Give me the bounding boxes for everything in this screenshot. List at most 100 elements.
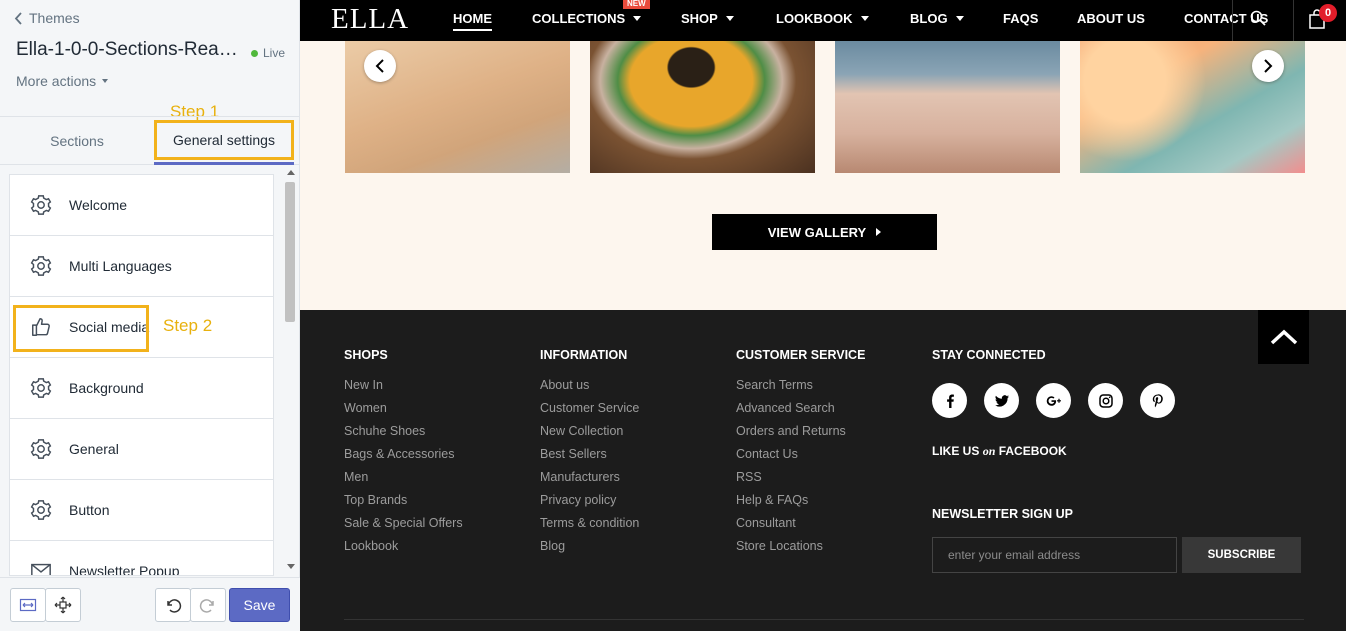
footer-link[interactable]: New Collection: [540, 424, 639, 447]
instagram-icon[interactable]: [1088, 383, 1123, 418]
more-actions-button[interactable]: More actions: [16, 73, 109, 89]
desktop-preview-button[interactable]: [10, 588, 46, 622]
caret-down-icon: [860, 16, 869, 21]
nav-home[interactable]: HOME: [453, 11, 492, 31]
footer-link[interactable]: Consultant: [736, 516, 865, 539]
setting-label: Welcome: [69, 197, 128, 213]
footer-link[interactable]: New In: [344, 378, 463, 401]
setting-label: Background: [69, 380, 144, 396]
footer-column-information: INFORMATION About us Customer Service Ne…: [540, 348, 639, 562]
twitter-icon[interactable]: [984, 383, 1019, 418]
scroll-down-arrow-icon[interactable]: [287, 564, 295, 569]
site-footer: SHOPS New In Women Schuhe Shoes Bags & A…: [300, 310, 1346, 631]
settings-scrollbar[interactable]: [283, 168, 297, 576]
footer-link[interactable]: Lookbook: [344, 539, 463, 562]
back-link-label: Themes: [29, 10, 80, 26]
setting-label: Newsletter Popup: [69, 563, 180, 576]
back-to-themes-link[interactable]: Themes: [14, 10, 80, 26]
footer-link[interactable]: Manufacturers: [540, 470, 639, 493]
setting-item-welcome[interactable]: Welcome: [10, 175, 273, 236]
gear-icon: [30, 255, 52, 277]
subscribe-button[interactable]: SUBSCRIBE: [1182, 537, 1301, 573]
gallery-prev-button[interactable]: [364, 50, 396, 82]
nav-lookbook[interactable]: LOOKBOOK: [776, 11, 869, 26]
caret-right-icon: [876, 228, 882, 236]
scroll-up-arrow-icon[interactable]: [287, 170, 295, 175]
site-logo[interactable]: ELLA: [331, 3, 409, 36]
setting-label: Button: [69, 502, 110, 518]
search-icon[interactable]: [1250, 10, 1266, 26]
footer-link[interactable]: Orders and Returns: [736, 424, 865, 447]
nav-faqs[interactable]: FAQS: [1003, 11, 1038, 26]
setting-item-general[interactable]: General: [10, 419, 273, 480]
setting-label: General: [69, 441, 119, 457]
gallery-next-button[interactable]: [1252, 50, 1284, 82]
gear-icon: [30, 194, 52, 216]
footer-link[interactable]: Men: [344, 470, 463, 493]
like-suffix: FACEBOOK: [998, 444, 1067, 458]
like-us-on-facebook[interactable]: LIKE US on FACEBOOK: [932, 444, 1067, 459]
footer-link[interactable]: Best Sellers: [540, 447, 639, 470]
view-gallery-label: VIEW GALLERY: [767, 224, 867, 240]
newsletter-email-input[interactable]: [932, 537, 1177, 573]
gallery-image-bangle[interactable]: [590, 41, 815, 173]
nav-blog[interactable]: BLOG: [910, 11, 964, 26]
footer-link[interactable]: Blog: [540, 539, 639, 562]
footer-link[interactable]: Terms & condition: [540, 516, 639, 539]
view-gallery-button[interactable]: VIEW GALLERY: [712, 214, 937, 250]
footer-column-customer-service: CUSTOMER SERVICE Search Terms Advanced S…: [736, 348, 865, 562]
save-button[interactable]: Save: [229, 588, 290, 622]
footer-link[interactable]: About us: [540, 378, 639, 401]
footer-link[interactable]: Contact Us: [736, 447, 865, 470]
facebook-icon[interactable]: [932, 383, 967, 418]
footer-link[interactable]: Bags & Accessories: [344, 447, 463, 470]
tab-sections[interactable]: Sections: [0, 117, 154, 165]
chevron-right-icon: [1264, 59, 1273, 73]
store-preview: ELLA HOME COLLECTIONS NEW SHOP LOOKBOOK …: [300, 0, 1346, 631]
pinterest-icon[interactable]: [1140, 383, 1175, 418]
back-to-top-button[interactable]: [1258, 310, 1309, 364]
footer-link[interactable]: Privacy policy: [540, 493, 639, 516]
step-2-highlight-box: [13, 305, 149, 352]
gallery-image-denim-shorts[interactable]: [835, 41, 1060, 173]
footer-link[interactable]: Search Terms: [736, 378, 865, 401]
theme-title: Ella-1-0-0-Sections-Rea…: [16, 39, 238, 60]
footer-link[interactable]: Help & FAQs: [736, 493, 865, 516]
redo-button[interactable]: [190, 588, 226, 622]
footer-heading: INFORMATION: [540, 348, 628, 362]
nav-about-us[interactable]: ABOUT US: [1077, 11, 1145, 26]
gallery-section: VIEW GALLERY: [300, 41, 1346, 310]
nav-shop[interactable]: SHOP: [681, 11, 734, 26]
footer-heading: SHOPS: [344, 348, 388, 362]
step-2-annotation: Step 2: [163, 316, 213, 335]
fullscreen-button[interactable]: [45, 588, 81, 622]
footer-link[interactable]: Advanced Search: [736, 401, 865, 424]
caret-down-icon: [725, 16, 734, 21]
footer-link[interactable]: Customer Service: [540, 401, 639, 424]
setting-item-button[interactable]: Button: [10, 480, 273, 541]
footer-link[interactable]: Top Brands: [344, 493, 463, 516]
site-header: ELLA HOME COLLECTIONS NEW SHOP LOOKBOOK …: [300, 0, 1346, 41]
google-plus-icon[interactable]: [1036, 383, 1071, 418]
nav-label: BLOG: [910, 11, 948, 26]
live-status-badge: Live: [251, 46, 285, 60]
setting-item-background[interactable]: Background: [10, 358, 273, 419]
newsletter-heading: NEWSLETTER SIGN UP: [932, 507, 1073, 521]
undo-button[interactable]: [155, 588, 191, 622]
caret-down-icon: [955, 16, 964, 21]
setting-item-newsletter-popup[interactable]: Newsletter Popup: [10, 541, 273, 576]
footer-link[interactable]: Schuhe Shoes: [344, 424, 463, 447]
scrollbar-thumb[interactable]: [285, 182, 295, 322]
footer-column-shops: SHOPS New In Women Schuhe Shoes Bags & A…: [344, 348, 463, 562]
chevron-left-icon: [14, 11, 22, 25]
like-prefix: LIKE US: [932, 444, 980, 458]
footer-link[interactable]: RSS: [736, 470, 865, 493]
footer-link[interactable]: Sale & Special Offers: [344, 516, 463, 539]
footer-column-stay-connected: STAY CONNECTED: [932, 348, 1046, 378]
setting-item-multi-languages[interactable]: Multi Languages: [10, 236, 273, 297]
envelope-icon: [30, 560, 52, 575]
nav-collections[interactable]: COLLECTIONS: [532, 11, 642, 26]
nav-label: HOME: [453, 11, 492, 26]
footer-link[interactable]: Women: [344, 401, 463, 424]
footer-link[interactable]: Store Locations: [736, 539, 865, 562]
